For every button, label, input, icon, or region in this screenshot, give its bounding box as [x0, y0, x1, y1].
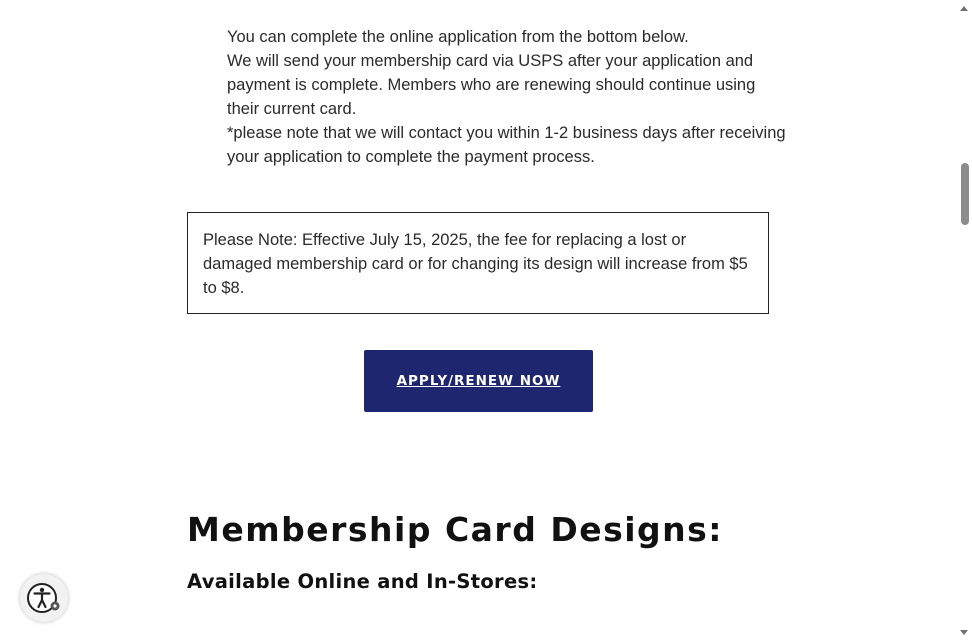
- scrollbar-thumb[interactable]: [961, 163, 969, 225]
- scroll-down-arrow-icon[interactable]: [960, 630, 968, 635]
- fee-notice-text: Please Note: Effective July 15, 2025, th…: [203, 231, 748, 297]
- scroll-up-arrow-icon[interactable]: [960, 6, 968, 11]
- instruction-line: We will send your membership card via US…: [227, 52, 756, 118]
- accessibility-button[interactable]: [20, 574, 68, 622]
- instruction-line: You can complete the online application …: [227, 28, 689, 46]
- page: You can complete the online application …: [0, 0, 972, 641]
- vertical-scrollbar[interactable]: [957, 0, 972, 641]
- availability-subheading: Available Online and In-Stores:: [187, 570, 538, 593]
- apply-renew-label: APPLY/RENEW NOW: [396, 373, 561, 389]
- fee-notice-box: Please Note: Effective July 15, 2025, th…: [187, 212, 769, 314]
- payment-note: *please note that we will contact you wi…: [227, 124, 786, 166]
- apply-renew-button[interactable]: APPLY/RENEW NOW: [364, 350, 593, 412]
- application-instructions: You can complete the online application …: [227, 25, 787, 169]
- card-designs-heading: Membership Card Designs:: [187, 510, 723, 549]
- accessibility-icon: [27, 583, 60, 613]
